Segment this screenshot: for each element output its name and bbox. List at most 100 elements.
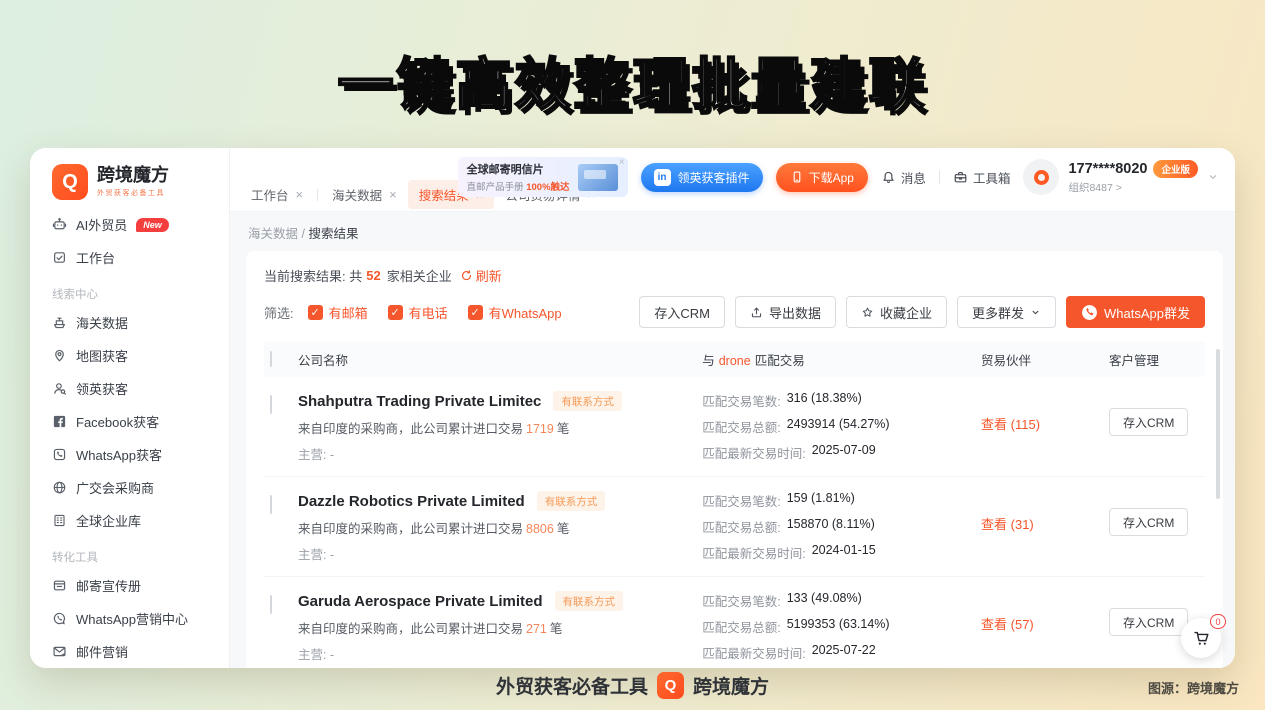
company-name[interactable]: Garuda Aerospace Private Limited — [298, 593, 543, 610]
filter-has-whatsapp[interactable]: ✓ 有WhatsApp — [468, 303, 562, 322]
breadcrumb-current: 搜索结果 — [308, 227, 358, 241]
sidebar-item-customs-data[interactable]: 海关数据 — [30, 306, 229, 339]
sidebar-item-whatsapp-marketing[interactable]: WhatsApp营销中心 — [30, 602, 229, 635]
bell-icon — [881, 170, 896, 185]
company-name[interactable]: Shahputra Trading Private Limitec — [298, 393, 541, 410]
checkbox-checked-icon[interactable]: ✓ — [308, 305, 323, 320]
sidebar-item-label: AI外贸员 — [76, 215, 127, 234]
column-match: 与drone匹配交易 — [702, 350, 981, 369]
brand-name: 跨境魔方 — [97, 166, 169, 186]
sidebar-item-workbench[interactable]: 工作台 — [30, 241, 229, 274]
scrollbar[interactable] — [1216, 349, 1220, 499]
messages-button[interactable]: 消息 — [881, 168, 926, 187]
whatsapp-square-icon — [52, 447, 67, 462]
company-name-row: Garuda Aerospace Private Limited有联系方式 — [298, 591, 702, 611]
avatar — [1023, 159, 1059, 195]
brand-logo-block[interactable]: Q 跨境魔方 外贸获客必备工具 — [30, 162, 229, 208]
content-area: 海关数据 / 搜索结果 当前搜索结果: 共 52 家相关企业 刷新 — [230, 212, 1235, 668]
refresh-button[interactable]: 刷新 — [460, 266, 502, 285]
toolbox-icon — [953, 170, 968, 185]
sidebar-section-tools: 转化工具 — [30, 537, 229, 569]
footer-tagline: 外贸获客必备工具 Q 跨境魔方 — [0, 672, 1265, 699]
sidebar-item-canton-fair[interactable]: 广交会采购商 — [30, 471, 229, 504]
filter-option-label: 有WhatsApp — [489, 303, 562, 322]
more-broadcast-button[interactable]: 更多群发 — [957, 296, 1056, 328]
sidebar-item-label: 邮寄宣传册 — [76, 576, 141, 595]
save-crm-row-button[interactable]: 存入CRM — [1109, 408, 1188, 436]
divider — [939, 170, 940, 184]
company-name-row: Shahputra Trading Private Limitec有联系方式 — [298, 391, 702, 411]
filter-has-email[interactable]: ✓ 有邮箱 — [308, 303, 368, 322]
row-checkbox[interactable] — [270, 495, 272, 514]
tab-customs-data[interactable]: 海关数据 × — [321, 180, 408, 209]
banner-highlight: 100%触达 — [526, 182, 569, 193]
sidebar-item-whatsapp-leads[interactable]: WhatsApp获客 — [30, 438, 229, 471]
view-partners-link[interactable]: 查看 (31) — [981, 491, 1034, 533]
row-checkbox[interactable] — [270, 395, 272, 414]
view-partners-link[interactable]: 查看 (115) — [981, 391, 1040, 433]
banner-subtitle: 直邮产品手册 100%触达 — [467, 179, 570, 193]
sidebar-item-label: WhatsApp获客 — [76, 445, 162, 464]
account-menu[interactable]: 177****8020 企业版 组织8487 > — [1023, 159, 1219, 195]
checkbox-checked-icon[interactable]: ✓ — [468, 305, 483, 320]
tab-workbench[interactable]: 工作台 × — [240, 180, 314, 209]
workbench-icon — [52, 250, 67, 265]
save-crm-button[interactable]: 存入CRM — [639, 296, 725, 328]
sidebar-item-label: 全球企业库 — [76, 511, 141, 530]
sidebar-section-leads: 线索中心 — [30, 274, 229, 306]
match-latest: 匹配最新交易时间:2025-07-09 — [702, 443, 981, 462]
sidebar-item-ai-trader[interactable]: AI外贸员 New — [30, 208, 229, 241]
save-crm-row-button[interactable]: 存入CRM — [1109, 608, 1188, 636]
sidebar-item-label: 海关数据 — [76, 313, 128, 332]
view-partners-link[interactable]: 查看 (57) — [981, 591, 1034, 633]
filter-has-phone[interactable]: ✓ 有电话 — [388, 303, 448, 322]
company-main-business: 主营: - — [298, 444, 702, 463]
close-icon[interactable]: × — [389, 188, 397, 201]
sidebar-item-email-marketing[interactable]: 邮件营销 — [30, 635, 229, 668]
download-app-label: 下载App — [809, 169, 854, 186]
cart-button[interactable]: 0 — [1181, 618, 1221, 658]
company-library-icon — [52, 513, 67, 528]
download-app-button[interactable]: 下载App — [776, 163, 868, 192]
select-all-checkbox[interactable] — [270, 351, 272, 367]
account-phone-row: 177****8020 企业版 — [1068, 160, 1198, 178]
match-amount: 匹配交易总额:2493914 (54.27%) — [702, 417, 981, 436]
sidebar-item-map-leads[interactable]: 地图获客 — [30, 339, 229, 372]
save-crm-row-button[interactable]: 存入CRM — [1109, 508, 1188, 536]
brand-slogan: 外贸获客必备工具 — [97, 188, 169, 198]
toolbox-button[interactable]: 工具箱 — [953, 168, 1011, 187]
linkedin-plugin-button[interactable]: in 领英获客插件 — [641, 163, 763, 192]
whatsapp-broadcast-button[interactable]: WhatsApp群发 — [1066, 296, 1205, 328]
favorite-company-button[interactable]: 收藏企业 — [846, 296, 947, 328]
account-phone: 177****8020 — [1068, 161, 1147, 177]
facebook-icon — [52, 414, 67, 429]
sidebar-item-global-companies[interactable]: 全球企业库 — [30, 504, 229, 537]
chevron-down-icon[interactable] — [1207, 171, 1219, 183]
filter-label: 筛选: — [264, 303, 294, 322]
row-checkbox[interactable] — [270, 595, 272, 614]
brand-ring-icon — [1034, 170, 1049, 185]
sidebar-item-facebook-leads[interactable]: Facebook获客 — [30, 405, 229, 438]
checkbox-checked-icon[interactable]: ✓ — [388, 305, 403, 320]
breadcrumb-parent[interactable]: 海关数据 — [248, 227, 298, 241]
close-icon[interactable]: × — [296, 188, 304, 201]
ship-icon — [52, 315, 67, 330]
close-icon[interactable]: × — [619, 157, 625, 168]
postcard-banner[interactable]: 全球邮寄明信片 直邮产品手册 100%触达 × — [458, 157, 628, 197]
contact-tag: 有联系方式 — [537, 491, 606, 511]
export-data-button[interactable]: 导出数据 — [735, 296, 836, 328]
search-keyword: drone — [719, 354, 751, 368]
new-badge: New — [136, 218, 169, 232]
company-name[interactable]: Dazzle Robotics Private Limited — [298, 493, 525, 510]
filter-row: 筛选: ✓ 有邮箱 ✓ 有电话 ✓ 有WhatsApp — [264, 296, 1205, 328]
breadcrumb-separator: / — [302, 227, 305, 241]
star-icon — [861, 306, 874, 319]
match-amount: 匹配交易总额:5199353 (63.14%) — [702, 617, 981, 636]
breadcrumb: 海关数据 / 搜索结果 — [246, 219, 1223, 251]
filter-option-label: 有邮箱 — [329, 303, 368, 322]
account-org[interactable]: 组织8487 > — [1068, 180, 1198, 195]
sidebar-item-linkedin-leads[interactable]: 领英获客 — [30, 372, 229, 405]
refresh-label: 刷新 — [476, 266, 502, 285]
sidebar-item-mail-brochure[interactable]: 邮寄宣传册 — [30, 569, 229, 602]
enterprise-badge: 企业版 — [1153, 160, 1198, 178]
